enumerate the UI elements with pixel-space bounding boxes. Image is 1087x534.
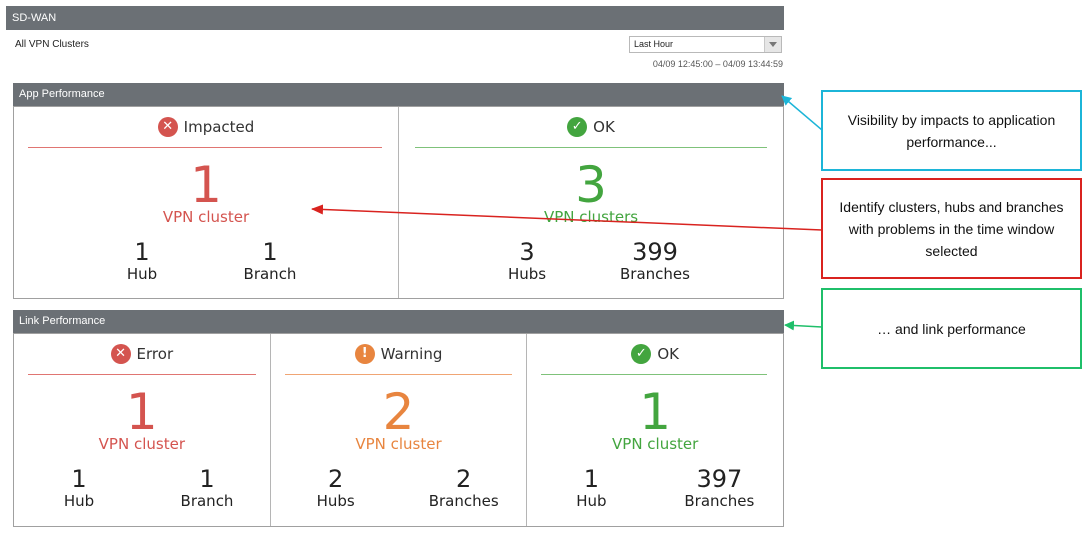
arrow-visibility (781, 95, 823, 131)
callout-arrows (311, 95, 823, 331)
arrow-link (784, 320, 823, 331)
arrow-identify (311, 204, 823, 231)
